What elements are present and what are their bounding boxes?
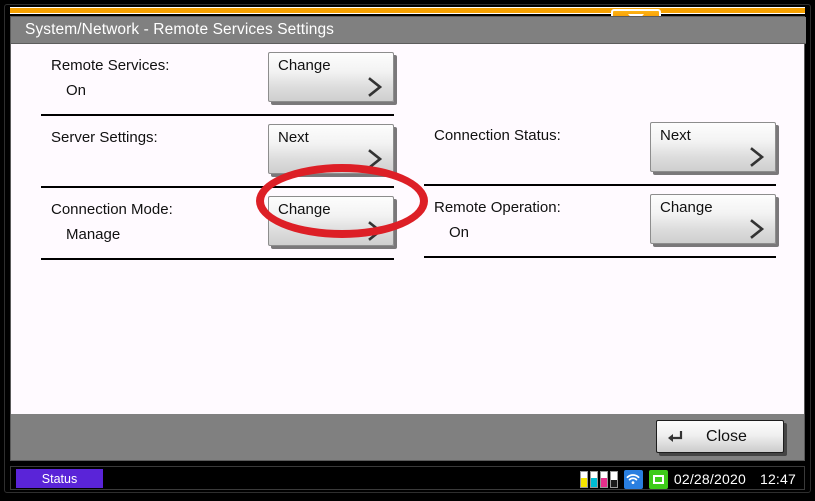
toner-level-group — [579, 470, 618, 488]
chevron-right-icon — [365, 147, 385, 171]
button-label: Change — [278, 201, 331, 218]
server-settings-next-button[interactable]: Next — [268, 124, 394, 174]
toner-yellow-icon — [579, 470, 588, 488]
chevron-right-icon — [365, 75, 385, 99]
status-indicators: 02/28/2020 12:47 — [579, 467, 796, 491]
setting-row-remote-services: Remote Services: On Change — [41, 44, 394, 116]
setting-row-server-settings: Server Settings: Next — [41, 116, 394, 188]
chevron-right-icon — [747, 145, 767, 169]
settings-column-left: Remote Services: On Change Server Settin… — [41, 44, 394, 260]
display-icon-inner — [652, 474, 664, 484]
setting-label: Connection Status: — [434, 127, 561, 144]
toner-black-icon — [609, 470, 618, 488]
setting-row-remote-operation: Remote Operation: On Change — [424, 186, 776, 258]
close-button-label: Close — [706, 427, 747, 445]
close-button[interactable]: Close — [656, 420, 784, 453]
settings-panel: System/Network - Remote Services Setting… — [10, 16, 806, 461]
chevron-right-icon — [747, 217, 767, 241]
wifi-icon[interactable] — [623, 469, 643, 489]
top-accent-strip — [10, 7, 805, 14]
enter-key-icon — [666, 428, 684, 446]
display-icon[interactable] — [648, 469, 668, 489]
setting-label: Connection Mode: — [51, 201, 173, 218]
setting-value: Manage — [66, 226, 121, 243]
connection-mode-change-button[interactable]: Change — [268, 196, 394, 246]
setting-value: On — [66, 82, 87, 99]
settings-column-right: Connection Status: Next Remote Operation… — [424, 44, 776, 258]
settings-content: Remote Services: On Change Server Settin… — [11, 44, 804, 460]
printer-control-panel: System/Network - Remote Services Setting… — [0, 0, 815, 501]
panel-footer: Close — [11, 414, 804, 460]
toner-cyan-icon — [589, 470, 598, 488]
status-bar: Status 02/28/2020 12:47 — [10, 466, 805, 490]
remote-services-change-button[interactable]: Change — [268, 52, 394, 102]
chevron-right-icon — [365, 219, 385, 243]
titlebar: System/Network - Remote Services Setting… — [11, 17, 806, 44]
remote-operation-change-button[interactable]: Change — [650, 194, 776, 244]
setting-label: Server Settings: — [51, 129, 158, 146]
setting-label: Remote Services: — [51, 57, 170, 74]
toner-magenta-icon — [599, 470, 608, 488]
setting-label: Remote Operation: — [434, 199, 561, 216]
connection-status-next-button[interactable]: Next — [650, 122, 776, 172]
setting-row-connection-mode: Connection Mode: Manage Change — [41, 188, 394, 260]
setting-value: On — [449, 224, 470, 241]
status-button-label: Status — [41, 471, 78, 486]
button-label: Change — [278, 57, 331, 74]
button-label: Next — [660, 127, 691, 144]
status-time: 12:47 — [759, 471, 796, 487]
status-date: 02/28/2020 — [673, 471, 746, 487]
button-label: Change — [660, 199, 713, 216]
setting-row-connection-status: Connection Status: Next — [424, 114, 776, 186]
setting-row-spacer — [424, 44, 776, 114]
button-label: Next — [278, 129, 309, 146]
status-button[interactable]: Status — [16, 469, 103, 488]
page-title: System/Network - Remote Services Setting… — [25, 21, 335, 38]
